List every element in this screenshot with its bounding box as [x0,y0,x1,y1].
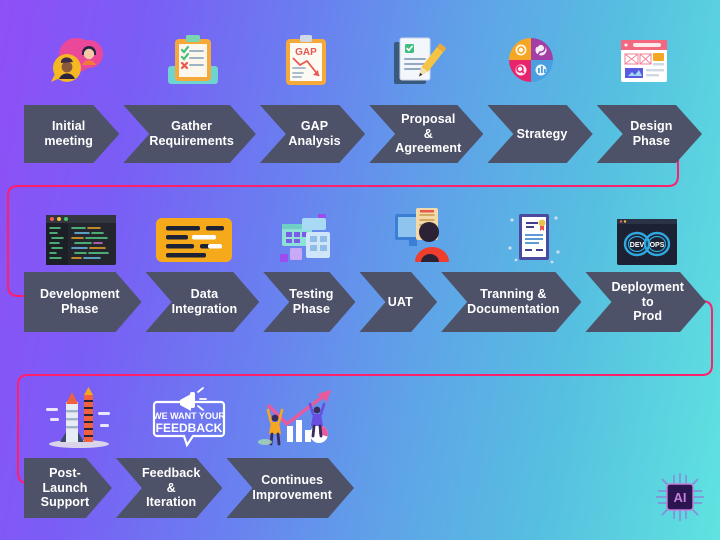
phase-step-proposal-agreement[interactable]: Proposal & Agreement [369,105,483,163]
phase-row-1-chevrons: Initial meeting Gather Requirements GAP Ana… [0,105,720,163]
devops-dev-label: DEV [630,242,645,249]
test-windows-icon [280,214,331,262]
phase-step-label: Deployment to Prod [611,279,684,324]
gap-analysis-clipboard-icon: GAP [285,35,326,85]
phase-step-post-launch-support[interactable]: Post-Launch Support [24,458,112,518]
feedback-megaphone-icon: WE WANT YOUR FEEDBACK [152,387,225,448]
gap-icon-label: GAP [295,47,317,58]
phase-row-3-icons: WE WANT YOUR FEEDBACK [0,382,720,448]
two-people-chat-icon [51,37,104,82]
person-left [266,408,284,446]
icon-cell-testing-phase [251,200,364,266]
phase-step-strategy[interactable]: Strategy [487,105,592,163]
icon-cell-strategy [475,30,588,90]
icon-cell-deployment-to-prod: DEV OPS [591,200,704,266]
growth-arrow-chart-icon [258,390,331,446]
ai-chip-logo: AI [654,471,706,528]
phase-step-development-phase[interactable]: Development Phase [24,272,142,332]
code-editor-icon [45,215,116,265]
icon-cell-uat [364,200,477,266]
icon-cell-development-phase [24,200,137,266]
feedback-line-2: FEEDBACK [156,421,223,435]
document-pencil-icon [394,37,447,84]
phase-row-1-icons: GAP [0,30,720,90]
icon-cell-feedback-iteration: WE WANT YOUR FEEDBACK [134,382,244,448]
phase-step-label: Initial meeting [44,119,93,148]
phase-step-initial-meeting[interactable]: Initial meeting [24,105,119,163]
ai-chip-logo-art: AI [656,473,704,521]
phase-step-gap-analysis[interactable]: GAP Analysis [260,105,365,163]
icon-cell-gather-requirements [137,30,250,90]
checklist-clipboard-icon [168,35,218,84]
phase-step-label: Testing Phase [289,287,334,316]
phase-step-data-integration[interactable]: Data Integration [146,272,260,332]
feedback-line-1: WE WANT YOUR [153,411,225,421]
devops-infinity-icon: DEV OPS [617,219,678,265]
phase-step-label: Feedback & Iteration [141,465,201,510]
icon-cell-proposal-agreement [362,30,475,90]
phase-row-2-chevrons: Development Phase Data Integration Testing … [0,272,720,332]
phase-row-3-chevrons: Post-Launch Support Feedback & Iteration Con… [0,458,720,518]
icon-cell-post-launch-support [24,382,134,448]
icon-cell-initial-meeting [24,30,137,90]
wireframe-window-icon [620,40,667,82]
icon-cell-training-documentation [477,200,590,266]
certificate-document-icon [508,214,560,264]
phase-step-design-phase[interactable]: Design Phase [597,105,702,163]
phase-step-label: UAT [387,294,413,309]
icon-cell-design-phase [587,30,700,90]
rocket-launch-icon [46,387,110,448]
phase-step-gather-requirements[interactable]: Gather Requirements [123,105,256,163]
phase-step-label: Proposal & Agreement [395,111,462,156]
phase-step-label: Gather Requirements [149,119,234,148]
phase-step-label: Development Phase [40,287,120,316]
user-at-monitor-icon [394,208,449,262]
data-card-icon [155,218,232,262]
phase-step-label: Tranning & Documentation [467,287,560,316]
strategy-wheel-icon [509,38,554,82]
ai-logo-text: AI [674,490,687,505]
phase-step-deployment-to-prod[interactable]: Deployment to Prod [585,272,706,332]
phase-step-tranning-documentation[interactable]: Tranning & Documentation [441,272,581,332]
phase-step-testing-phase[interactable]: Testing Phase [263,272,355,332]
phase-step-label: Strategy [516,126,568,141]
phase-step-label: Design Phase [630,119,673,148]
devops-ops-label: OPS [650,242,665,249]
icon-cell-data-integration [137,200,250,266]
phase-step-label: GAP Analysis [288,119,341,148]
phase-row-2-icons: DEV OPS [0,200,720,266]
phase-step-continues-improvement[interactable]: Continues Improvement [226,458,354,518]
diagram-canvas: GAP Initial meeting Gather Requirements … [0,0,720,540]
phase-step-label: Continues Improvement [252,473,332,502]
phase-step-uat[interactable]: UAT [359,272,437,332]
phase-step-feedback-iteration[interactable]: Feedback & Iteration [116,458,222,518]
phase-step-label: Post-Launch Support [40,465,90,510]
icon-cell-continues-improvement [244,382,354,448]
phase-step-label: Data Integration [171,287,238,316]
icon-cell-gap-analysis: GAP [249,30,362,90]
